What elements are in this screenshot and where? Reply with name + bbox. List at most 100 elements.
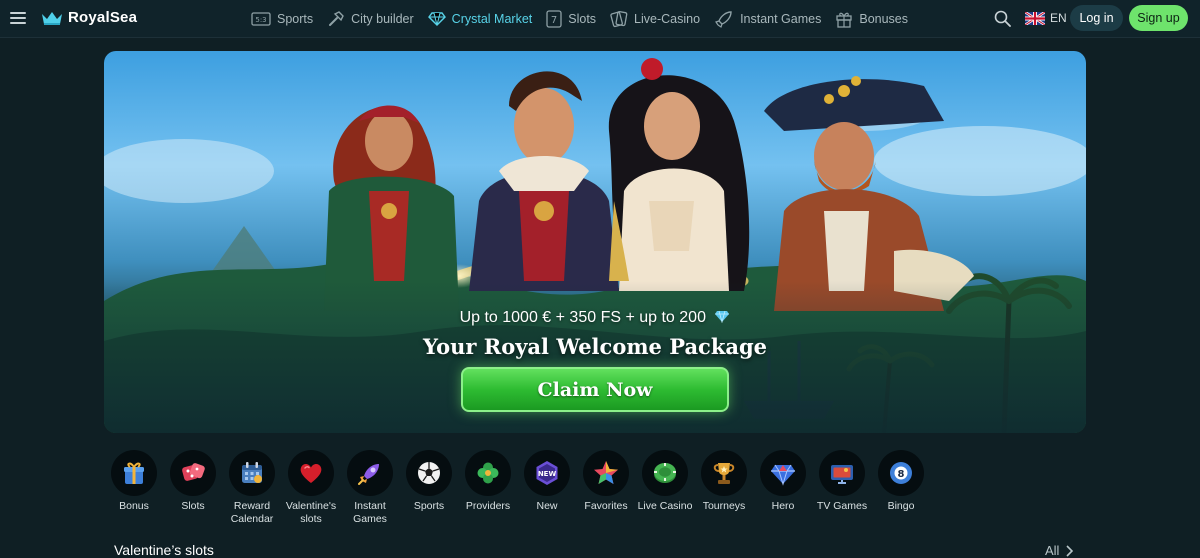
new-badge-icon: NEW: [536, 461, 558, 485]
nav-item-label: Instant Games: [740, 12, 822, 26]
trophy-icon: [713, 463, 735, 484]
category-sports[interactable]: Sports: [399, 450, 459, 513]
category-slots[interactable]: Slots: [163, 450, 223, 513]
logo[interactable]: RoyalSea: [41, 9, 137, 26]
nav-item-slots[interactable]: 7 Slots: [546, 10, 596, 28]
dice-icon: [182, 463, 205, 481]
nav-item-sports[interactable]: 5:3 Sports: [251, 12, 313, 26]
category-favorites[interactable]: Favorites: [576, 450, 636, 513]
nav-item-label: Live-Casino: [634, 12, 701, 26]
category-icon-wrap: [701, 450, 747, 496]
category-label: Instant Games: [353, 500, 387, 525]
category-instant-games[interactable]: Instant Games: [340, 450, 400, 526]
category-icon-wrap: [229, 450, 275, 496]
nav-item-label: Slots: [568, 12, 597, 26]
category-icon-wrap: [760, 450, 806, 496]
category-bonus[interactable]: Bonus: [104, 450, 164, 513]
language-selector[interactable]: EN: [1025, 11, 1067, 25]
main-nav: 5:3 Sports City builder Crystal Market 7…: [251, 0, 922, 38]
signup-button[interactable]: Sign up: [1129, 5, 1188, 31]
category-label: Sports: [413, 500, 445, 512]
category-live-casino[interactable]: Live Casino: [635, 450, 695, 513]
gem-icon: [715, 310, 730, 324]
rocket-icon: [358, 464, 379, 485]
nav-item-instant-games[interactable]: Instant Games: [714, 9, 821, 29]
category-icon-wrap: [347, 450, 393, 496]
rocket-icon: [715, 11, 732, 28]
category-label: Tourneys: [702, 500, 746, 512]
category-icon-wrap: NEW: [524, 450, 570, 496]
category-icon-wrap: 8: [878, 450, 924, 496]
category-label: Providers: [465, 500, 511, 512]
view-all-label: All: [1045, 543, 1060, 558]
chip-icon: [654, 463, 676, 483]
promo-offer-text: Up to 1000 € + 350 FS + up to 200: [459, 309, 706, 326]
category-icon-wrap: [111, 450, 157, 496]
nav-item-crystal-market[interactable]: Crystal Market: [427, 12, 533, 26]
category-icon-wrap: [465, 450, 511, 496]
seven-slot-icon: 7: [546, 10, 562, 28]
search-button[interactable]: [994, 10, 1011, 32]
search-icon: [994, 10, 1011, 27]
language-code: EN: [1050, 11, 1067, 25]
soccer-ball-icon: [418, 462, 440, 484]
claim-now-button[interactable]: Claim Now: [461, 367, 729, 412]
uk-flag-icon: [1025, 11, 1045, 25]
nav-item-bonuses[interactable]: Bonuses: [835, 10, 908, 28]
promo-banner[interactable]: Up to 1000 € + 350 FS + up to 200 Your R…: [104, 51, 1086, 433]
gift-box-icon: [124, 462, 144, 484]
login-button[interactable]: Log in: [1070, 5, 1123, 31]
category-icon-wrap: [288, 450, 334, 496]
clover-icon: [477, 462, 499, 484]
category-tourneys[interactable]: Tourneys: [694, 450, 754, 513]
svg-text:5:3: 5:3: [255, 16, 266, 24]
hero-gem-icon: [771, 464, 795, 486]
category-tv-games[interactable]: TV Games: [812, 450, 872, 513]
heart-icon: [300, 463, 322, 483]
category-label: Valentine's slots: [285, 500, 337, 525]
svg-text:NEW: NEW: [538, 470, 557, 478]
category-icon-wrap: [170, 450, 216, 496]
star-icon: [594, 461, 618, 484]
svg-text:7: 7: [551, 15, 557, 26]
gift-icon: [836, 12, 853, 28]
category-label: TV Games: [816, 500, 868, 512]
category-providers[interactable]: Providers: [458, 450, 518, 513]
promo-offer: Up to 1000 € + 350 FS + up to 200: [104, 309, 1086, 327]
category-icon-wrap: [583, 450, 629, 496]
category-label: Bingo: [887, 500, 915, 512]
tv-icon: [831, 465, 853, 484]
category-icon-wrap: [642, 450, 688, 496]
bingo-ball-icon: 8: [890, 462, 912, 484]
promo-title: Your Royal Welcome Package: [422, 334, 768, 359]
svg-text:8: 8: [898, 469, 905, 480]
category-bingo[interactable]: 8 Bingo: [871, 450, 931, 513]
nav-item-label: Sports: [277, 12, 314, 26]
cards-icon: [610, 10, 628, 28]
crown-icon: [42, 11, 62, 25]
category-label: Reward Calendar: [230, 500, 274, 525]
section-title: Valentine’s slots: [114, 542, 214, 558]
menu-icon[interactable]: [10, 10, 26, 26]
nav-item-city-builder[interactable]: City builder: [327, 10, 414, 28]
diamond-icon: [427, 12, 446, 26]
category-valentines-slots[interactable]: Valentine's slots: [281, 450, 341, 526]
category-label: Hero: [771, 500, 795, 512]
nav-item-label: City builder: [351, 12, 414, 26]
category-new[interactable]: NEW New: [517, 450, 577, 513]
scoreboard-icon: 5:3: [251, 12, 271, 26]
category-icon-wrap: [819, 450, 865, 496]
category-label: Favorites: [584, 500, 628, 512]
hammer-icon: [329, 11, 344, 26]
chevron-right-icon: [1066, 544, 1074, 557]
view-all-link[interactable]: All: [1045, 543, 1074, 558]
nav-item-label: Bonuses: [859, 12, 909, 26]
category-label: New: [536, 500, 558, 512]
category-label: Live Casino: [637, 500, 693, 512]
category-label: Slots: [181, 500, 205, 512]
nav-item-label: Crystal Market: [451, 12, 533, 26]
category-hero[interactable]: Hero: [753, 450, 813, 513]
nav-item-live-casino[interactable]: Live-Casino: [610, 10, 700, 28]
category-label: Bonus: [119, 500, 149, 512]
category-reward-calendar[interactable]: Reward Calendar: [222, 450, 282, 526]
